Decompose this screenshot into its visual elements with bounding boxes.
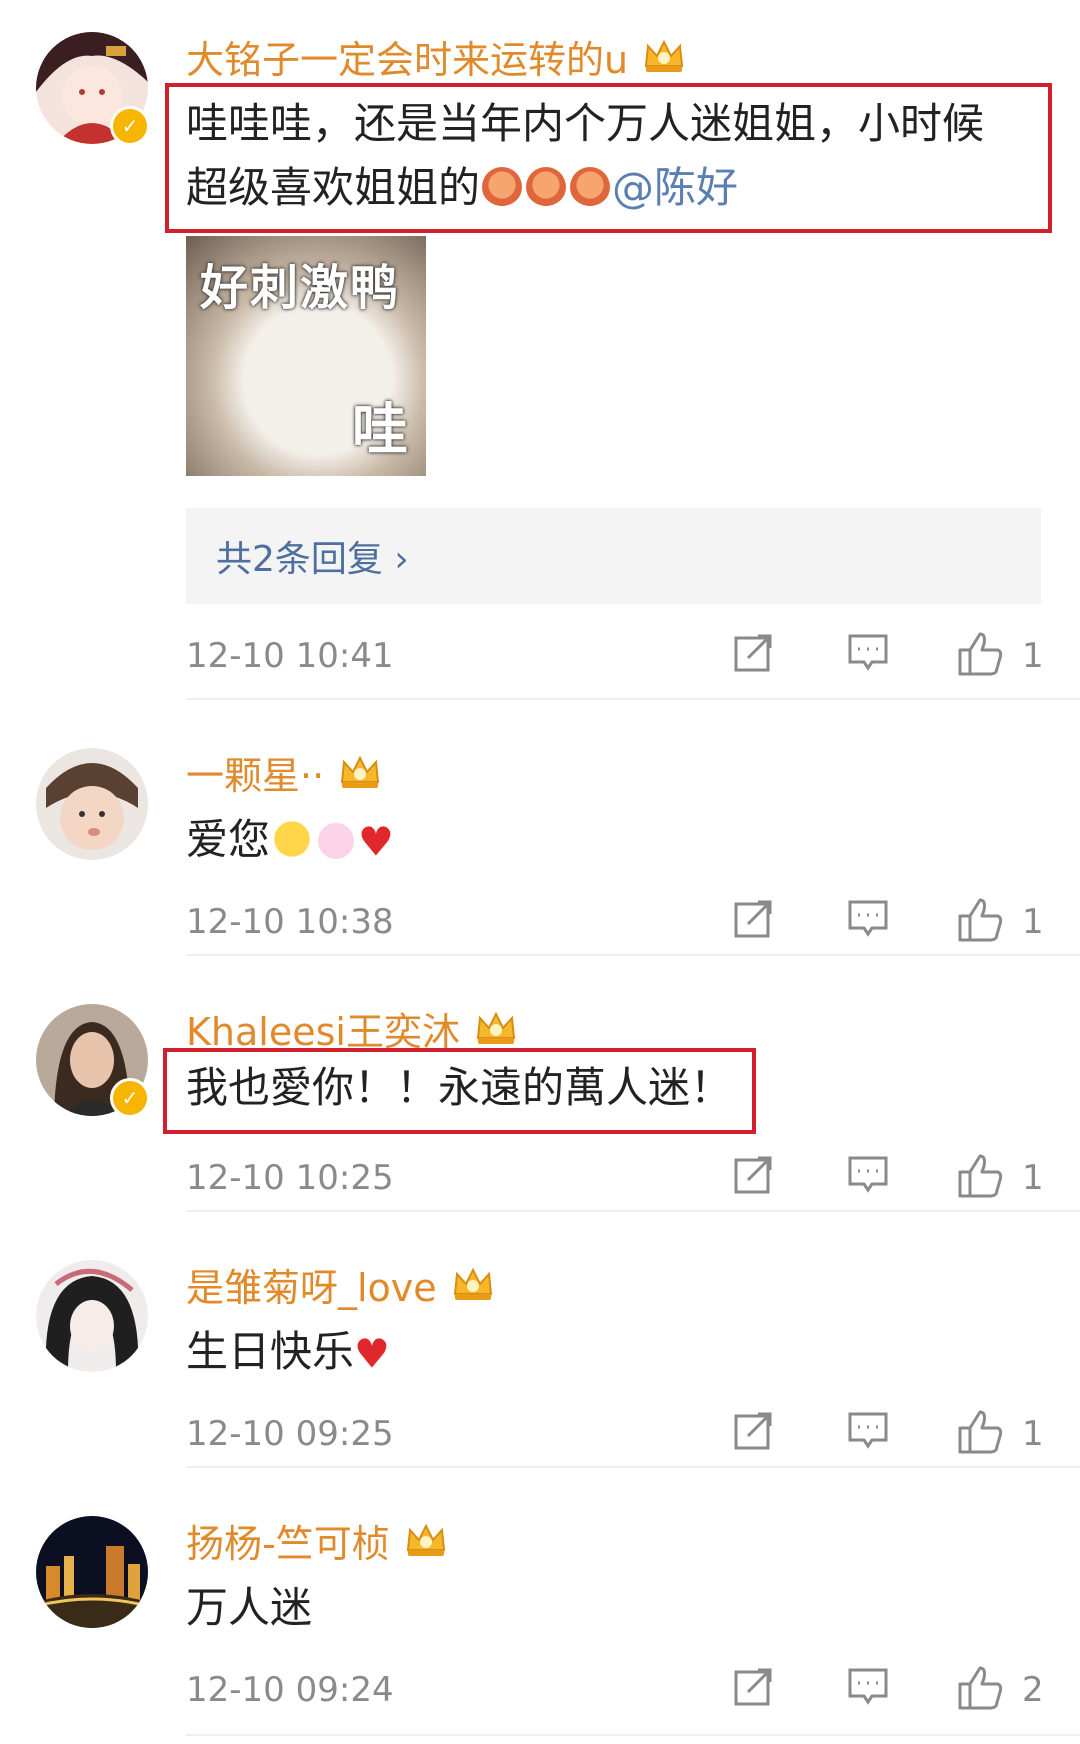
timestamp: 12-10 09:24 — [186, 1670, 394, 1710]
comment-text-row: 爱您 ♥ — [186, 808, 394, 875]
comment-text-row: 生日快乐♥ — [186, 1320, 390, 1387]
repost-icon — [734, 900, 772, 938]
username[interactable]: 大铭子一定会时来运转的u — [186, 29, 628, 84]
vip-crown-icon — [341, 755, 380, 788]
comment-text: 生日快乐 — [186, 1327, 355, 1376]
avatar[interactable] — [36, 748, 148, 860]
repost-button[interactable] — [732, 1152, 776, 1208]
sticker-caption: 好刺激鸭 — [200, 260, 401, 316]
like-button[interactable] — [956, 630, 1006, 686]
username[interactable]: 一颗星·· — [186, 745, 324, 800]
sticker-caption: 哇 — [352, 398, 408, 463]
like-count: 1 — [1022, 902, 1044, 942]
like-count: 2 — [1022, 1670, 1044, 1710]
comment-text: 爱您 — [186, 815, 271, 864]
repost-icon — [734, 634, 772, 672]
vip-crown-icon — [453, 1267, 492, 1300]
timestamp: 12-10 10:38 — [186, 902, 394, 942]
like-button[interactable] — [956, 1408, 1006, 1464]
comment-button[interactable] — [846, 630, 890, 686]
like-button[interactable] — [956, 896, 1006, 952]
comment-icon — [848, 1412, 888, 1449]
verified-badge-icon: ✓ — [110, 106, 150, 146]
bunny-emoji-icon — [316, 818, 357, 859]
thumbs-up-icon — [958, 1154, 1003, 1198]
name-row: 一颗星·· — [186, 742, 382, 802]
comment-button[interactable] — [846, 1152, 890, 1208]
reply-count-link[interactable]: 共2条回复 › — [216, 530, 409, 582]
comment-meta: 12-10 09:25 1 — [186, 1408, 1044, 1468]
timestamp: 12-10 10:25 — [186, 1158, 394, 1198]
crying-face-emoji-icon — [272, 818, 313, 859]
comment-meta: 12-10 09:24 2 — [186, 1664, 1044, 1724]
repost-button[interactable] — [732, 1408, 776, 1464]
highlight-annotation — [165, 83, 1052, 233]
username[interactable]: 是雏菊呀_love — [186, 1257, 437, 1312]
name-row: 大铭子一定会时来运转的u — [186, 26, 686, 86]
comment-icon — [848, 900, 888, 937]
heart-icon: ♥ — [354, 1331, 390, 1378]
sticker-image[interactable]: 好刺激鸭 哇 — [186, 236, 426, 476]
reply-summary[interactable]: 共2条回复 › — [186, 508, 1041, 604]
comment-meta: 12-10 10:25 1 — [186, 1152, 1044, 1212]
comment-button[interactable] — [846, 896, 890, 952]
name-row: 是雏菊呀_love — [186, 1254, 495, 1314]
like-count: 1 — [1022, 1414, 1044, 1454]
comment-item: 一颗星·· 爱您 ♥ 12-10 10:38 1 — [0, 700, 1080, 956]
vip-crown-icon — [644, 39, 684, 72]
highlight-annotation — [163, 1048, 756, 1134]
comment-item: 扬杨-竺可桢 万人迷 12-10 09:24 2 — [0, 1468, 1080, 1744]
comment-icon — [848, 1668, 888, 1705]
repost-button[interactable] — [732, 896, 776, 952]
avatar[interactable] — [36, 1516, 148, 1628]
name-row: 扬杨-竺可桢 — [186, 1510, 448, 1570]
comment-item: ✓ 大铭子一定会时来运转的u 哇哇哇，还是当年内个万人迷姐姐，小时候 超级喜欢姐… — [0, 0, 1080, 700]
thumbs-up-icon — [958, 1666, 1003, 1710]
repost-icon — [734, 1156, 772, 1194]
comment-meta: 12-10 10:38 1 — [186, 896, 1044, 956]
like-count: 1 — [1022, 636, 1044, 676]
thumbs-up-icon — [958, 898, 1003, 942]
like-count: 1 — [1022, 1158, 1044, 1198]
comment-icon — [848, 1156, 888, 1193]
comment-button[interactable] — [846, 1664, 890, 1720]
comment-meta: 12-10 10:41 1 — [186, 630, 1044, 690]
repost-icon — [734, 1668, 772, 1706]
verified-badge-icon: ✓ — [110, 1078, 150, 1118]
comment-item: 是雏菊呀_love 生日快乐♥ 12-10 09:25 1 — [0, 1212, 1080, 1468]
comment-item: ✓ Khaleesi王奕沐 我也愛你！！永遠的萬人迷！ 12-10 10:25 … — [0, 956, 1080, 1212]
comment-text-row: 万人迷 — [186, 1576, 312, 1640]
comment-button[interactable] — [846, 1408, 890, 1464]
heart-icon: ♥ — [358, 819, 394, 866]
vip-crown-icon — [406, 1523, 445, 1556]
repost-button[interactable] — [732, 630, 776, 686]
divider — [186, 1734, 1080, 1736]
like-button[interactable] — [956, 1664, 1006, 1720]
repost-icon — [734, 1412, 772, 1450]
comment-text: 万人迷 — [186, 1583, 313, 1632]
like-button[interactable] — [956, 1152, 1006, 1208]
thumbs-up-icon — [958, 632, 1003, 676]
timestamp: 12-10 10:41 — [186, 636, 394, 676]
vip-crown-icon — [476, 1011, 516, 1044]
username[interactable]: 扬杨-竺可桢 — [186, 1513, 390, 1568]
avatar[interactable] — [36, 1260, 148, 1372]
comment-icon — [848, 634, 888, 671]
thumbs-up-icon — [958, 1410, 1003, 1454]
timestamp: 12-10 09:25 — [186, 1414, 394, 1454]
repost-button[interactable] — [732, 1664, 776, 1720]
